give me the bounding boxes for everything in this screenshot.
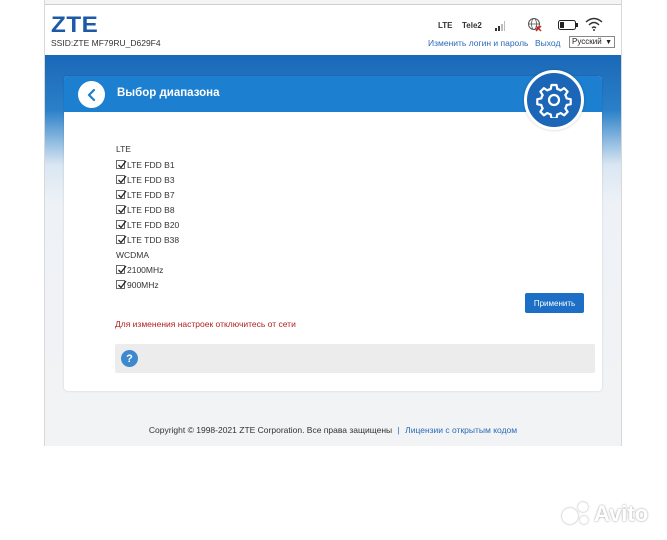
band-checkbox-row[interactable]: 900MHz	[116, 279, 159, 290]
back-button[interactable]	[78, 81, 105, 108]
band-checkbox-row[interactable]: LTE FDD B7	[116, 189, 175, 200]
check-icon	[118, 235, 127, 244]
checkbox[interactable]	[116, 160, 127, 169]
globe-disconnected-icon[interactable]	[527, 17, 542, 32]
check-icon	[118, 220, 127, 229]
check-icon	[118, 265, 127, 274]
ssid-text: SSID:ZTE MF79RU_D629F4	[51, 38, 161, 48]
band-label: LTE FDD B3	[127, 174, 175, 185]
wifi-icon	[585, 17, 603, 31]
checkbox[interactable]	[116, 235, 127, 244]
band-selection-panel: Выбор диапазона LTE LTE FDD B1 LTE FDD B…	[64, 70, 602, 391]
language-value: Русский	[572, 37, 602, 46]
checkbox[interactable]	[116, 205, 127, 214]
wcdma-section-label: WCDMA	[116, 250, 150, 260]
band-label: LTE FDD B7	[127, 189, 175, 200]
logout-link[interactable]: Выход	[535, 38, 560, 48]
checkbox[interactable]	[116, 265, 127, 274]
avito-watermark: Avito	[560, 500, 648, 528]
battery-icon	[558, 20, 578, 30]
band-label: LTE FDD B1	[127, 159, 175, 170]
check-icon	[118, 205, 127, 214]
page-right-border	[621, 0, 622, 446]
checkbox[interactable]	[116, 190, 127, 199]
disconnect-warning: Для изменения настроек отключитесь от се…	[115, 319, 296, 329]
band-label: LTE FDD B8	[127, 204, 175, 215]
checkbox[interactable]	[116, 280, 127, 289]
operator-name: Tele2	[462, 21, 482, 30]
band-label: 900MHz	[127, 279, 159, 290]
checkbox[interactable]	[116, 220, 127, 229]
zte-logo: ZTE	[51, 12, 99, 37]
apply-button[interactable]: Применить	[525, 293, 584, 313]
band-label: 2100MHz	[127, 264, 164, 275]
lte-section-label: LTE	[116, 144, 131, 154]
band-label: LTE FDD B20	[127, 219, 180, 230]
band-checkbox-row[interactable]: LTE TDD B38	[116, 234, 179, 245]
gear-icon	[536, 83, 572, 118]
check-icon	[118, 280, 127, 289]
open-source-license-link[interactable]: Лицензии с открытым кодом	[405, 425, 517, 435]
router-header: ZTE SSID:ZTE MF79RU_D629F4 LTE Tele2 Изм…	[45, 5, 621, 55]
band-checkbox-row[interactable]: 2100MHz	[116, 264, 163, 275]
chevron-left-icon	[87, 88, 95, 101]
panel-header: Выбор диапазона	[64, 76, 602, 112]
check-icon	[118, 160, 127, 169]
language-select[interactable]: Русский ▼	[569, 36, 615, 48]
help-bar: ?	[115, 344, 595, 373]
band-checkbox-row[interactable]: LTE FDD B8	[116, 204, 175, 215]
check-icon	[118, 175, 127, 184]
signal-icon	[495, 21, 505, 31]
screenshot-root: ZTE SSID:ZTE MF79RU_D629F4 LTE Tele2 Изм…	[0, 0, 667, 540]
footer-separator: |	[397, 425, 400, 435]
settings-badge	[524, 70, 584, 130]
band-checkbox-row[interactable]: LTE FDD B1	[116, 159, 175, 170]
band-label: LTE TDD B38	[127, 234, 180, 245]
checkbox[interactable]	[116, 175, 127, 184]
check-icon	[118, 190, 127, 199]
change-login-link[interactable]: Изменить логин и пароль	[428, 38, 529, 48]
page-title: Выбор диапазона	[117, 87, 220, 99]
avito-watermark-text: Avito	[594, 501, 649, 526]
copyright-text: Copyright © 1998-2021 ZTE Corporation. В…	[148, 425, 393, 435]
page-footer: Copyright © 1998-2021 ZTE Corporation. В…	[45, 425, 621, 435]
network-type: LTE	[438, 21, 453, 30]
chevron-down-icon: ▼	[605, 39, 612, 46]
band-checkbox-row[interactable]: LTE FDD B20	[116, 219, 179, 230]
avito-logo-dots-icon	[560, 500, 592, 528]
help-icon[interactable]: ?	[121, 350, 138, 367]
band-checkbox-row[interactable]: LTE FDD B3	[116, 174, 175, 185]
